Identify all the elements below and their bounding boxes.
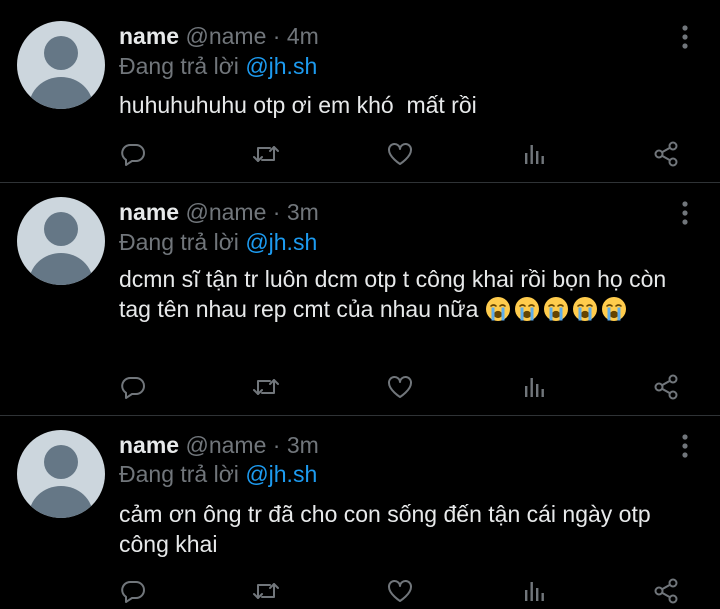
tweet-text: dcmn sĩ tận tr luôn dcm otp t công khai …	[119, 264, 689, 324]
tweet[interactable]: name @name · 3m Đang trả lời @jh.sh dcmn…	[0, 183, 720, 415]
separator-dot: ·	[272, 199, 281, 225]
tweet-header: name @name · 3m	[119, 431, 319, 459]
display-name[interactable]: name	[119, 432, 179, 458]
loudly-crying-face-icon	[601, 297, 626, 321]
loudly-crying-face-icon	[572, 297, 597, 321]
retweet-icon	[253, 583, 279, 599]
analytics-bars-icon	[525, 145, 544, 164]
username[interactable]: @name	[185, 432, 266, 458]
like-button[interactable]	[385, 576, 415, 606]
tweet-text: huhuhuhuhu otp ơi em khó mất rồi	[119, 92, 477, 118]
reply-button[interactable]	[118, 372, 148, 402]
avatar[interactable]	[17, 430, 105, 518]
replying-to-prefix: Đang trả lời	[119, 229, 239, 255]
analytics-bars-icon	[525, 582, 544, 601]
reply-button[interactable]	[118, 139, 148, 169]
display-name[interactable]: name	[119, 23, 179, 49]
username[interactable]: @name	[185, 199, 266, 225]
emoji-group	[485, 296, 630, 322]
share-button[interactable]	[651, 576, 681, 606]
heart-icon	[388, 580, 412, 602]
timestamp[interactable]: 3m	[287, 199, 319, 225]
tweet-text: cảm ơn ông tr đã cho con sống đến tận cá…	[119, 501, 658, 557]
reply-button[interactable]	[118, 576, 148, 606]
username[interactable]: @name	[185, 23, 266, 49]
timestamp[interactable]: 4m	[287, 23, 319, 49]
replying-to-mention[interactable]: @jh.sh	[245, 461, 317, 487]
default-avatar-icon	[29, 212, 93, 285]
share-button[interactable]	[651, 372, 681, 402]
replying-to-prefix: Đang trả lời	[119, 53, 239, 79]
share-icon	[654, 374, 678, 400]
more-options-button[interactable]	[675, 433, 695, 459]
analytics-button[interactable]	[519, 576, 549, 606]
share-button[interactable]	[651, 139, 681, 169]
retweet-button[interactable]	[251, 139, 281, 169]
tweet-actions	[0, 139, 720, 169]
retweet-icon	[253, 379, 279, 395]
replying-to-line: Đang trả lời @jh.sh	[119, 52, 317, 80]
reply-bubble-icon	[121, 581, 145, 603]
more-options-button[interactable]	[675, 200, 695, 226]
tweet-actions	[0, 576, 720, 606]
more-vertical-icon	[682, 434, 688, 458]
loudly-crying-face-icon	[514, 297, 539, 321]
heart-icon	[388, 376, 412, 398]
separator-dot: ·	[272, 23, 281, 49]
like-button[interactable]	[385, 372, 415, 402]
more-vertical-icon	[682, 25, 688, 49]
loudly-crying-face-icon	[485, 297, 510, 321]
reply-bubble-icon	[121, 377, 145, 399]
like-button[interactable]	[385, 139, 415, 169]
more-vertical-icon	[682, 201, 688, 225]
tweet-header: name @name · 4m	[119, 22, 319, 50]
tweet-actions	[0, 372, 720, 402]
replying-to-prefix: Đang trả lời	[119, 461, 239, 487]
default-avatar-icon	[29, 36, 93, 109]
tweet-header: name @name · 3m	[119, 198, 319, 226]
tweet[interactable]: name @name · 3m Đang trả lời @jh.sh cảm …	[0, 416, 720, 609]
tweet[interactable]: name @name · 4m Đang trả lời @jh.sh huhu…	[0, 0, 720, 182]
retweet-button[interactable]	[251, 576, 281, 606]
retweet-icon	[253, 146, 279, 162]
share-icon	[654, 141, 678, 167]
timestamp[interactable]: 3m	[287, 432, 319, 458]
separator-dot: ·	[272, 432, 281, 458]
default-avatar-icon	[29, 445, 93, 518]
replying-to-mention[interactable]: @jh.sh	[245, 229, 317, 255]
avatar[interactable]	[17, 197, 105, 285]
replying-to-line: Đang trả lời @jh.sh	[119, 460, 317, 488]
more-options-button[interactable]	[675, 24, 695, 50]
avatar[interactable]	[17, 21, 105, 109]
display-name[interactable]: name	[119, 199, 179, 225]
analytics-bars-icon	[525, 378, 544, 397]
replying-to-line: Đang trả lời @jh.sh	[119, 228, 317, 256]
analytics-button[interactable]	[519, 139, 549, 169]
loudly-crying-face-icon	[543, 297, 568, 321]
retweet-button[interactable]	[251, 372, 281, 402]
analytics-button[interactable]	[519, 372, 549, 402]
replying-to-mention[interactable]: @jh.sh	[245, 53, 317, 79]
share-icon	[654, 578, 678, 604]
reply-bubble-icon	[121, 144, 145, 166]
heart-icon	[388, 143, 412, 165]
